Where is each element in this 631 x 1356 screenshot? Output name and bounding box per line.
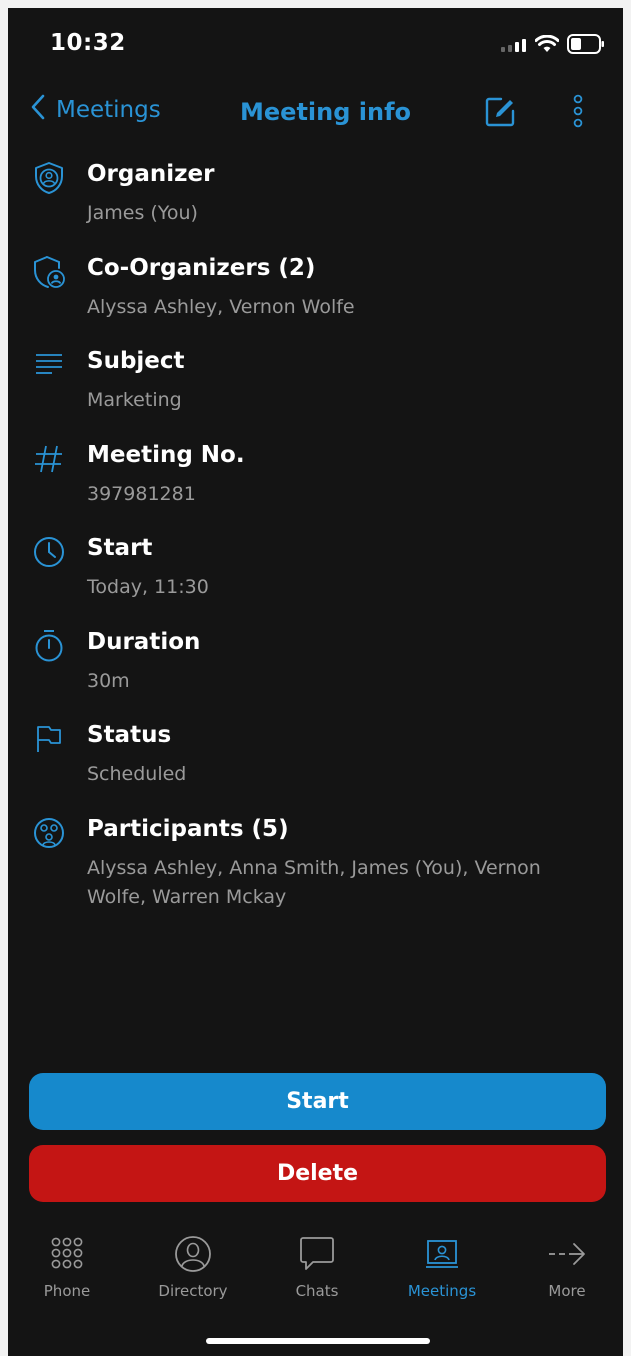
duration-value: 30m xyxy=(87,670,130,692)
status-value: Scheduled xyxy=(87,763,187,785)
tab-more[interactable]: More xyxy=(512,1234,622,1300)
shield-user-icon xyxy=(32,161,66,195)
chat-bubble-icon xyxy=(298,1234,336,1274)
phone-screen: 10:32 Meetings Meeting info Organizer Ja… xyxy=(8,8,623,1356)
person-circle-icon xyxy=(174,1234,212,1274)
duration-title: Duration xyxy=(87,629,201,655)
tab-phone-label: Phone xyxy=(43,1282,91,1300)
back-button[interactable]: Meetings xyxy=(30,94,161,126)
subject-title: Subject xyxy=(87,348,185,374)
home-indicator xyxy=(206,1338,430,1344)
chevron-left-icon xyxy=(30,94,46,126)
battery-icon xyxy=(567,34,605,58)
more-options-button[interactable] xyxy=(572,94,584,132)
delete-button-label: Delete xyxy=(276,1161,359,1186)
participants-value: Alyssa Ashley, Anna Smith, James (You), … xyxy=(87,857,541,908)
participants-icon xyxy=(32,816,66,850)
tab-directory-label: Directory xyxy=(158,1282,228,1300)
status-icons xyxy=(501,34,605,58)
meeting-number-value: 397981281 xyxy=(87,483,196,505)
clock-icon xyxy=(32,535,66,569)
text-lines-icon xyxy=(32,348,66,382)
tab-phone[interactable]: Phone xyxy=(12,1234,122,1300)
tab-meetings-label: Meetings xyxy=(407,1282,477,1300)
dialpad-icon xyxy=(49,1234,85,1274)
delete-meeting-button[interactable]: Delete xyxy=(29,1145,606,1202)
tab-chats-label: Chats xyxy=(295,1282,339,1300)
co-organizers-value: Alyssa Ashley, Vernon Wolfe xyxy=(87,296,355,318)
wifi-icon xyxy=(534,34,560,57)
tab-more-label: More xyxy=(548,1282,586,1300)
status-title: Status xyxy=(87,722,172,748)
start-title: Start xyxy=(87,535,153,561)
edit-icon xyxy=(485,97,515,127)
hash-icon xyxy=(32,442,66,476)
vertical-dots-icon xyxy=(573,94,583,128)
tab-meetings[interactable]: Meetings xyxy=(387,1234,497,1300)
organizer-title: Organizer xyxy=(87,161,215,187)
navigation-bar: Meetings Meeting info xyxy=(8,88,623,140)
cellular-signal-icon xyxy=(501,37,527,56)
back-label: Meetings xyxy=(56,97,161,123)
start-value: Today, 11:30 xyxy=(87,576,209,598)
tab-bar: Phone Directory Chats Meetings More xyxy=(8,1234,623,1314)
page-title: Meeting info xyxy=(240,98,411,126)
shield-add-user-icon xyxy=(32,255,66,289)
subject-value: Marketing xyxy=(87,389,182,411)
tab-directory[interactable]: Directory xyxy=(138,1234,248,1300)
tab-chats[interactable]: Chats xyxy=(262,1234,372,1300)
status-time: 10:32 xyxy=(50,30,126,56)
co-organizers-title: Co-Organizers (2) xyxy=(87,255,316,281)
start-button-label: Start xyxy=(286,1089,349,1114)
arrow-right-icon xyxy=(547,1234,587,1274)
edit-button[interactable] xyxy=(484,96,516,132)
start-meeting-button[interactable]: Start xyxy=(29,1073,606,1130)
meeting-number-title: Meeting No. xyxy=(87,442,245,468)
flag-icon xyxy=(32,722,66,756)
meetings-icon xyxy=(425,1234,459,1274)
organizer-value: James (You) xyxy=(87,202,198,224)
stopwatch-icon xyxy=(32,629,66,663)
participants-title: Participants (5) xyxy=(87,816,289,842)
status-bar: 10:32 xyxy=(8,8,623,80)
